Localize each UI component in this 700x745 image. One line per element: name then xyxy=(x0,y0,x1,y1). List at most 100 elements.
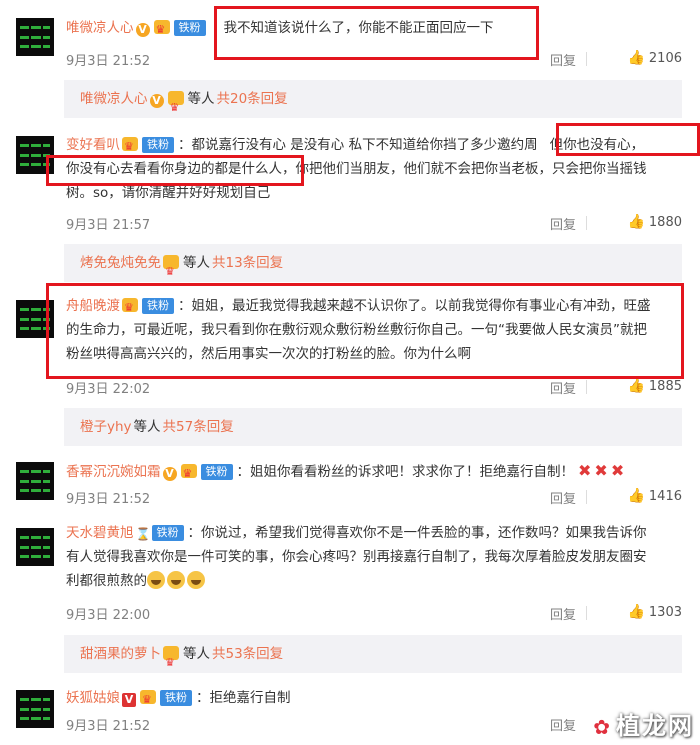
sub-reply-user[interactable]: 唯微凉人心 xyxy=(80,91,148,107)
timestamp: 9月3日 22:02 xyxy=(66,382,151,397)
like-button[interactable]: 👍 1303 xyxy=(627,604,682,620)
sub-reply-etc: 等人 xyxy=(133,419,161,435)
comment-text-line1b: 但你也没有心， xyxy=(549,137,645,153)
comment-text-line3: 利都很煎熬的 xyxy=(66,573,147,589)
sub-reply-total[interactable]: 共13条回复 xyxy=(212,255,283,271)
vip-level-icon xyxy=(122,296,138,320)
username[interactable]: 舟船晚渡 xyxy=(66,298,120,314)
comment-text-line1: ：你说过，希望我们觉得喜欢你不是一件丢脸的事，还作数吗？如果我告诉你 xyxy=(187,525,647,541)
comment-meta: 9月3日 21:57 回复 👍 1880 xyxy=(66,214,682,234)
comment-meta: 9月3日 22:00 回复 👍 1303 xyxy=(66,604,682,624)
comment-text: ：拒绝嘉行自制 xyxy=(196,690,291,706)
comment-text-line2b: 你把他们当朋友，他们就不会把你当老板，只会把你当摇钱 xyxy=(295,161,647,177)
cross-mark-icon: ✖ xyxy=(578,461,592,480)
reply-button[interactable]: 回复 xyxy=(550,715,576,734)
vip-level-icon xyxy=(163,253,179,291)
sub-reply-total[interactable]: 共20条回复 xyxy=(217,91,288,107)
comment-text: ：姐姐你看看粉丝的诉求吧！求求你了！拒绝嘉行自制！ xyxy=(236,464,575,480)
thumbs-up-icon: 👍 xyxy=(627,214,645,230)
flower-logo-icon: ✿ xyxy=(593,715,612,739)
timestamp: 9月3日 22:00 xyxy=(66,608,151,623)
sub-reply-total[interactable]: 共57条回复 xyxy=(163,419,234,435)
timestamp: 9月3日 21:52 xyxy=(66,492,151,507)
reply-button[interactable]: 回复 xyxy=(550,50,576,69)
fans-badge[interactable]: 铁粉 xyxy=(200,464,233,480)
comment-meta: 9月3日 21:52 回复 👍 2106 xyxy=(66,50,682,70)
cross-mark-icon: ✖ xyxy=(594,461,608,480)
username[interactable]: 天水碧黄旭 xyxy=(66,525,134,541)
username[interactable]: 香幂沉沉婉如霜 xyxy=(66,464,161,480)
verified-icon: V xyxy=(135,23,150,37)
verified-icon: V xyxy=(149,94,164,108)
username[interactable]: 唯微凉人心 xyxy=(66,20,134,36)
sub-replies[interactable]: 烤免兔炖免免 等人共13条回复 xyxy=(64,244,682,291)
sub-reply-user[interactable]: 烤免兔炖免免 xyxy=(80,255,161,271)
like-count: 1416 xyxy=(648,489,682,504)
like-button[interactable]: 👍 1416 xyxy=(627,488,682,504)
fans-badge[interactable]: 铁粉 xyxy=(173,20,206,36)
crying-emoji-icon xyxy=(147,571,165,589)
avatar[interactable] xyxy=(16,18,54,56)
reply-button[interactable]: 回复 xyxy=(550,488,576,507)
like-count: 1303 xyxy=(648,605,682,620)
avatar[interactable] xyxy=(16,462,54,500)
fans-badge[interactable]: 铁粉 xyxy=(142,298,174,314)
like-button[interactable]: 👍 1880 xyxy=(627,214,682,230)
sub-reply-etc: 等人 xyxy=(187,91,215,107)
vip-level-icon xyxy=(163,644,179,682)
like-button[interactable]: 👍 1885 xyxy=(627,378,682,394)
comment-text-line3: 粉丝哄得高高兴兴的，然后用事实一次次的打粉丝的脸。你为什么啊 xyxy=(66,346,471,362)
cross-mark-icon: ✖ xyxy=(610,461,625,480)
sub-reply-etc: 等人 xyxy=(183,255,210,271)
avatar[interactable] xyxy=(16,690,54,728)
thumbs-up-icon: 👍 xyxy=(627,378,645,394)
username[interactable]: 妖狐姑娘 xyxy=(66,690,120,706)
timestamp: 9月3日 21:57 xyxy=(66,218,151,233)
reply-button[interactable]: 回复 xyxy=(550,604,576,623)
comment-meta: 9月3日 22:02 回复 👍 1885 xyxy=(66,378,682,398)
like-count: 2106 xyxy=(648,51,682,66)
hourglass-icon: ⌛ xyxy=(135,527,151,541)
thumbs-up-icon: 👍 xyxy=(627,50,645,66)
vip-level-icon xyxy=(153,18,170,42)
sub-replies[interactable]: 橙子yhy 等人 共57条回复 xyxy=(64,408,682,446)
avatar[interactable] xyxy=(16,136,54,174)
sub-reply-total[interactable]: 共53条回复 xyxy=(212,646,283,662)
username[interactable]: 变好看叭 xyxy=(66,137,120,153)
comment-text: 我不知道该说什么了，你能不能正面回应一下 xyxy=(223,20,494,36)
thumbs-up-icon: 👍 xyxy=(627,604,645,620)
divider xyxy=(586,380,587,394)
sub-replies[interactable]: 唯微凉人心V 等人共20条回复 xyxy=(64,80,682,127)
reply-button[interactable]: 回复 xyxy=(550,214,576,233)
crying-emoji-icon xyxy=(187,571,205,589)
timestamp: 9月3日 21:52 xyxy=(66,54,151,69)
comment-text-line2: 的生命力，可最近呢，我只看到你在敷衍观众敷衍粉丝敷衍你自己。一句“我要做人民女演… xyxy=(66,322,647,338)
divider xyxy=(586,216,587,230)
thumbs-up-icon: 👍 xyxy=(627,488,645,504)
like-button[interactable]: 👍 2106 xyxy=(627,50,682,66)
avatar[interactable] xyxy=(16,528,54,566)
sub-reply-user[interactable]: 甜酒果的萝卜 xyxy=(80,646,161,662)
verified-icon: V xyxy=(162,467,177,481)
comment-text-line3: 树。so，请你清醒并好好规划自己 xyxy=(66,185,271,201)
verified-icon: V xyxy=(122,693,136,707)
sub-replies[interactable]: 甜酒果的萝卜 等人共53条回复 xyxy=(64,635,682,682)
comment-meta: 9月3日 21:52 回复 👍 1416 xyxy=(66,488,682,508)
divider xyxy=(586,490,587,504)
fans-badge[interactable]: 铁粉 xyxy=(142,137,174,153)
watermark: ✿ 植龙网 xyxy=(576,708,694,744)
fans-badge[interactable]: 铁粉 xyxy=(151,525,184,541)
divider xyxy=(586,52,587,66)
comment-text-line2: 有人觉得我喜欢你是一件可笑的事，你会心疼吗？别再接嘉行自制了，我每次厚着脸皮发朋… xyxy=(66,549,647,565)
comment-text-line2a: 你没有心去看看你身边的都是什么人， xyxy=(66,161,296,177)
fans-badge[interactable]: 铁粉 xyxy=(160,690,192,706)
avatar[interactable] xyxy=(16,300,54,338)
timestamp: 9月3日 21:52 xyxy=(66,719,151,734)
sub-reply-user[interactable]: 橙子yhy xyxy=(80,419,132,435)
like-count: 1880 xyxy=(648,215,682,230)
vip-level-icon xyxy=(122,135,138,159)
crying-emoji-icon xyxy=(167,571,185,589)
comment-text-line1: ：姐姐，最近我觉得我越来越不认识你了。以前我觉得你有事业心有冲劲，旺盛 xyxy=(178,298,651,314)
reply-button[interactable]: 回复 xyxy=(550,378,576,397)
watermark-text: 植龙网 xyxy=(616,712,694,740)
